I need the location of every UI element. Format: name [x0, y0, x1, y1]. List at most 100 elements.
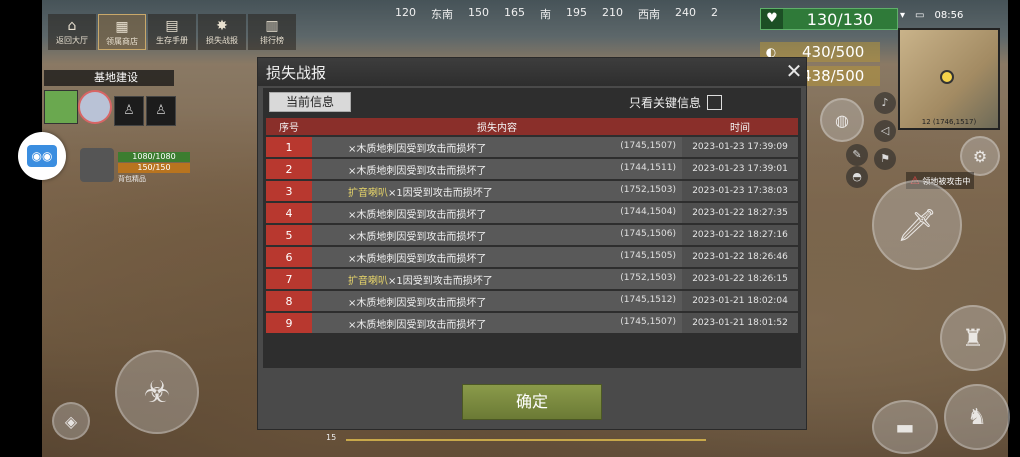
- row-coord: (1745,1507): [620, 141, 676, 151]
- row-time: 2023-01-22 18:26:15: [682, 269, 798, 289]
- prone-icon: ▬: [895, 415, 915, 439]
- settings-button[interactable]: ⚙: [960, 136, 1000, 176]
- helmet-icon[interactable]: ◓: [846, 166, 868, 188]
- map-button[interactable]: ◈: [52, 402, 90, 440]
- close-button[interactable]: ✕: [783, 61, 805, 83]
- minimap[interactable]: 12 (1746,1517): [898, 28, 1000, 130]
- row-time: 2023-01-23 17:39:01: [682, 159, 798, 179]
- health-bar: ♥ 130/130: [760, 8, 898, 30]
- close-icon: ✕: [785, 59, 803, 83]
- column-header-content: 损失内容: [312, 118, 682, 135]
- shop-icon: ▦: [115, 19, 129, 35]
- row-content-text: ×木质地刺因受到攻击而损坏了: [348, 231, 487, 243]
- row-time: 2023-01-23 17:38:03: [682, 181, 798, 201]
- menu-item-lobby[interactable]: ⌂ 返回大厅: [48, 14, 96, 50]
- row-time: 2023-01-22 18:26:46: [682, 247, 798, 267]
- player-pin-icon: [940, 70, 954, 84]
- add-member-slot[interactable]: ♙: [114, 96, 144, 126]
- add-member-slot-2[interactable]: ♙: [146, 96, 176, 126]
- attack-button[interactable]: 🗡: [872, 180, 962, 270]
- row-coord: (1744,1504): [620, 207, 676, 217]
- menu-item-loss-report[interactable]: ✸ 损失战报: [198, 14, 246, 50]
- filter-label: 只看关键信息: [629, 96, 702, 110]
- row-time: 2023-01-21 18:02:04: [682, 291, 798, 311]
- column-header-index: 序号: [266, 118, 312, 135]
- row-index: 8: [266, 291, 312, 311]
- table-header-row: 序号 损失内容 时间: [266, 118, 798, 135]
- column-header-time: 时间: [682, 118, 798, 135]
- jump-button[interactable]: ♜: [940, 305, 1006, 371]
- pet-stamina-bar: 150/150: [118, 163, 190, 173]
- book-icon: ▤: [165, 18, 179, 34]
- crouch-shoot-button[interactable]: ♞: [944, 384, 1010, 450]
- row-time: 2023-01-21 18:01:52: [682, 313, 798, 333]
- row-coord: (1745,1506): [620, 229, 676, 239]
- table-row: 4 ×木质地刺因受到攻击而损坏了 (1744,1504) 2023-01-22 18:…: [266, 203, 798, 223]
- speaker-icon[interactable]: ◁: [874, 120, 896, 142]
- row-index: 2: [266, 159, 312, 179]
- row-content-text: ×1因受到攻击而损坏了: [388, 275, 493, 287]
- avatar-frog[interactable]: [44, 90, 78, 124]
- pet-avatar: [80, 148, 114, 182]
- row-index: 7: [266, 269, 312, 289]
- knife-icon: 🗡: [896, 206, 938, 244]
- gear-icon: ⚙: [972, 146, 988, 166]
- row-coord: (1745,1505): [620, 251, 676, 261]
- row-index: 1: [266, 137, 312, 157]
- row-coord: (1752,1503): [620, 273, 676, 283]
- item-name-highlight: 扩音喇叭: [348, 275, 388, 287]
- table-row: 9 ×木质地刺因受到攻击而损坏了 (1745,1507) 2023-01-21 18:…: [266, 313, 798, 333]
- row-content: ×木质地刺因受到攻击而损坏了 (1745,1507): [312, 137, 682, 157]
- heart-icon: ♥: [761, 9, 783, 29]
- pet-status[interactable]: 1080/1080 150/150 背包精品: [80, 148, 200, 183]
- table-row: 2 ×木质地刺因受到攻击而损坏了 (1744,1511) 2023-01-23 17:…: [266, 159, 798, 179]
- table-row: 1 ×木质地刺因受到攻击而损坏了 (1745,1507) 2023-01-23 17:…: [266, 137, 798, 157]
- confirm-button[interactable]: 确定: [462, 384, 602, 420]
- jump-icon: ♜: [962, 324, 984, 352]
- gamepad-icon: ◉◉: [27, 145, 57, 167]
- joystick[interactable]: ☣: [115, 350, 199, 434]
- menu-item-ranking[interactable]: ▥ 排行榜: [248, 14, 296, 50]
- row-coord: (1744,1511): [620, 163, 676, 173]
- experience-bar: 15: [326, 433, 706, 443]
- table-row: 5 ×木质地刺因受到攻击而损坏了 (1745,1506) 2023-01-22 18:…: [266, 225, 798, 245]
- left-black-bar: [0, 0, 42, 457]
- prone-button[interactable]: ▬: [872, 400, 938, 454]
- key-info-filter[interactable]: 只看关键信息: [629, 94, 723, 111]
- row-content: ×木质地刺因受到攻击而损坏了 (1745,1507): [312, 313, 682, 333]
- tool-icon[interactable]: ✎: [846, 144, 868, 166]
- row-content: ×木质地刺因受到攻击而损坏了 (1745,1506): [312, 225, 682, 245]
- dialog-title: 损失战报: [266, 64, 327, 82]
- row-time: 2023-01-22 18:27:35: [682, 203, 798, 223]
- row-index: 3: [266, 181, 312, 201]
- avatar-player[interactable]: [78, 90, 112, 124]
- microphone-icon[interactable]: ♪: [874, 92, 896, 114]
- base-building-title[interactable]: 基地建设: [44, 70, 174, 86]
- crouch-icon: ♞: [967, 404, 987, 430]
- row-content: ×木质地刺因受到攻击而损坏了 (1745,1505): [312, 247, 682, 267]
- minimap-coord: 12 (1746,1517): [921, 118, 977, 126]
- gamepad-float-button[interactable]: ◉◉: [18, 132, 66, 180]
- menu-item-manual[interactable]: ▤ 生存手册: [148, 14, 196, 50]
- loss-log-table: 序号 损失内容 时间 1 ×木质地刺因受到攻击而损坏了 (1745,1507) 202…: [266, 116, 798, 335]
- map-icon: ◈: [64, 411, 78, 431]
- item-name-highlight: 扩音喇叭: [348, 187, 388, 199]
- bag-button[interactable]: ◍: [820, 98, 864, 142]
- row-content: 扩音喇叭×1因受到攻击而损坏了 (1752,1503): [312, 181, 682, 201]
- person-add-icon: ♙: [123, 103, 135, 118]
- experience-line: [346, 439, 706, 441]
- menu-item-shop[interactable]: ▦ 领属商店: [98, 14, 146, 50]
- row-content-text: ×木质地刺因受到攻击而损坏了: [348, 319, 487, 331]
- row-coord: (1745,1507): [620, 317, 676, 327]
- tab-current-info[interactable]: 当前信息: [269, 92, 351, 112]
- battery-icon: ▭: [915, 10, 925, 21]
- key-info-checkbox[interactable]: [707, 95, 723, 110]
- flag-icon[interactable]: ⚑: [874, 148, 896, 170]
- row-coord: (1752,1503): [620, 185, 676, 195]
- person-add-icon: ♙: [155, 103, 167, 118]
- biohazard-icon: ☣: [143, 374, 171, 410]
- loss-report-dialog: 损失战报 ✕ 当前信息 只看关键信息 序号 损失内容 时间 1 ×木质地刺因受到攻…: [257, 57, 807, 430]
- row-time: 2023-01-23 17:39:09: [682, 137, 798, 157]
- row-content: ×木质地刺因受到攻击而损坏了 (1745,1512): [312, 291, 682, 311]
- row-content: 扩音喇叭×1因受到攻击而损坏了 (1752,1503): [312, 269, 682, 289]
